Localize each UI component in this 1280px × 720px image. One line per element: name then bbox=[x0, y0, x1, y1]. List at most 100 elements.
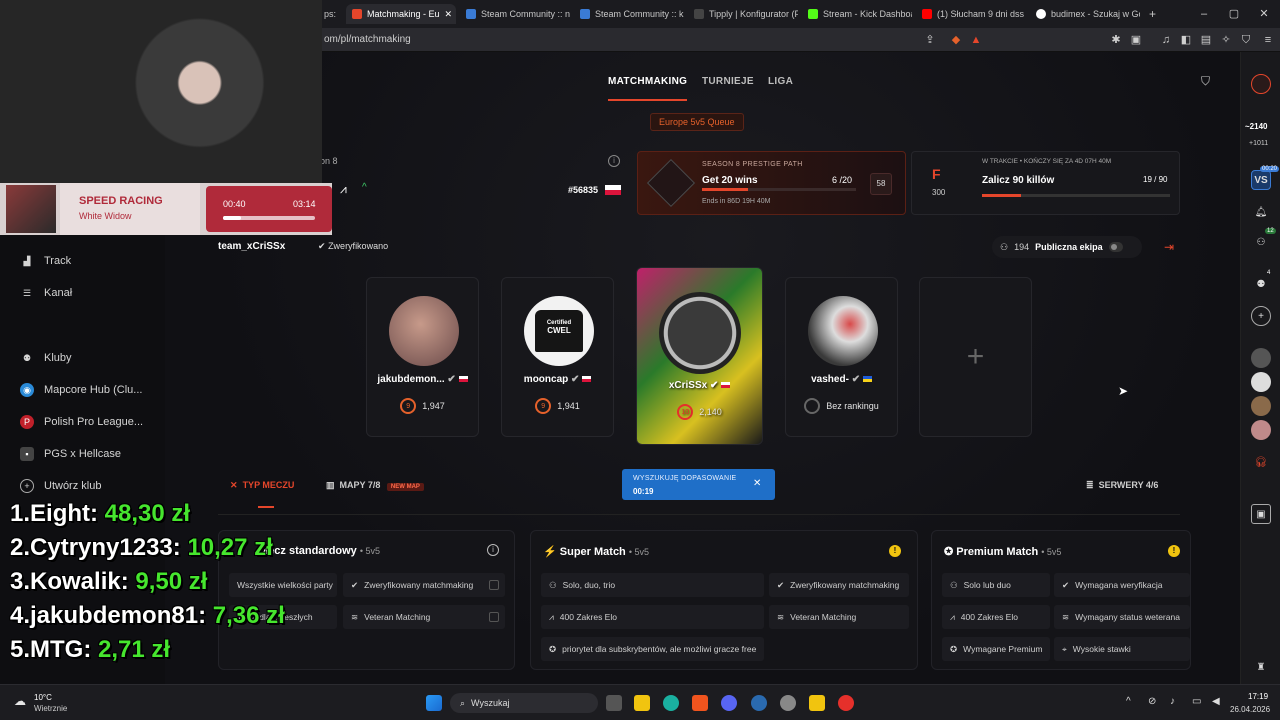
match-type-filter[interactable]: ✕ TYP MECZU bbox=[230, 480, 294, 491]
challenge-card[interactable]: F 300 W TRAKCIE • KOŃCZY SIĘ ZA 4D 07H 4… bbox=[911, 151, 1180, 215]
party-icon[interactable]: ⚇ bbox=[1251, 232, 1271, 252]
warning-icon[interactable]: ! bbox=[1168, 545, 1180, 557]
tab-close-icon[interactable]: ✕ bbox=[445, 9, 453, 20]
option-checkbox[interactable] bbox=[489, 580, 499, 590]
add-player-slot[interactable]: + bbox=[919, 277, 1032, 437]
sidebar-item-pgs[interactable]: ▪ PGS x Hellcase bbox=[20, 447, 121, 461]
small-badge: 4 bbox=[1267, 270, 1271, 276]
brave-rewards-icon[interactable]: ▲ bbox=[970, 34, 982, 46]
new-tab-button[interactable]: + bbox=[1143, 4, 1159, 24]
mode-panel-super[interactable]: ⚡ Super Match • 5v5 ! ⚇ Solo, duo, trio ✔… bbox=[530, 530, 918, 670]
sidebar-item-label: PGS x Hellcase bbox=[44, 448, 122, 460]
pgs-icon: ▪ bbox=[20, 447, 34, 461]
game-icon[interactable]: ♜ bbox=[1251, 657, 1271, 677]
settings-icon[interactable] bbox=[780, 695, 796, 711]
extensions-icon[interactable]: ✱ bbox=[1110, 34, 1122, 46]
toggle-switch[interactable] bbox=[1108, 242, 1123, 252]
headset-icon[interactable]: 🎧︎ bbox=[1251, 452, 1271, 472]
tab-turnieje[interactable]: TURNIEJE bbox=[702, 76, 754, 87]
searching-label: WYSZUKUJĘ DOPASOWANIE bbox=[633, 475, 737, 482]
friend-avatar[interactable] bbox=[1251, 348, 1271, 368]
player-card[interactable]: jakubdemon... ✔ 9 1,947 bbox=[366, 277, 479, 437]
option-checkbox[interactable] bbox=[489, 612, 499, 622]
mode-panel-premium[interactable]: ✪ Premium Match • 5v5 ! ⚇ Solo lub duo ✔ W… bbox=[931, 530, 1191, 670]
weather-icon[interactable]: ☁ bbox=[14, 694, 26, 708]
steam-icon[interactable] bbox=[751, 695, 767, 711]
volume-icon[interactable]: ◀ bbox=[1212, 696, 1220, 707]
chip-icon[interactable]: ▣ bbox=[1251, 504, 1271, 524]
sidebar-item-mapcore[interactable]: ◉ Mapcore Hub (Clu... bbox=[20, 383, 142, 397]
sidebar-item-track[interactable]: ▟ Track bbox=[20, 254, 72, 268]
vs-icon[interactable]: VS bbox=[1251, 170, 1271, 190]
friend-avatar[interactable] bbox=[1251, 396, 1271, 416]
elo-ring-icon[interactable] bbox=[1251, 74, 1271, 94]
screenshot-icon[interactable]: ▣ bbox=[1130, 34, 1142, 46]
maps-filter[interactable]: ▥ MAPY 7/8 NEW MAP bbox=[326, 480, 424, 491]
browser-tab[interactable]: Steam Community :: ki bbox=[574, 4, 684, 24]
crown-icon: ♛ bbox=[695, 267, 706, 268]
browser-tab-active[interactable]: Matchmaking - Eu ✕ bbox=[346, 4, 456, 24]
sidebar-item-create-club[interactable]: + Utwórz klub bbox=[20, 479, 101, 493]
brave-shield-icon[interactable]: ◆ bbox=[950, 34, 962, 46]
ai-icon[interactable]: ✧ bbox=[1220, 34, 1232, 46]
warning-icon[interactable]: ! bbox=[889, 545, 901, 557]
media-icon[interactable] bbox=[838, 695, 854, 711]
brave-icon[interactable] bbox=[692, 695, 708, 711]
music-icon[interactable]: ♫ bbox=[1160, 34, 1172, 46]
minimize-icon[interactable]: – bbox=[1198, 8, 1210, 20]
app-icon[interactable] bbox=[809, 695, 825, 711]
maximize-icon[interactable]: ▢ bbox=[1228, 8, 1240, 20]
cancel-search-button[interactable]: ✕ bbox=[753, 478, 761, 489]
close-window-icon[interactable]: ✕ bbox=[1258, 8, 1270, 20]
shield-icon[interactable]: ⛉ bbox=[1201, 74, 1210, 89]
prestige-path-card[interactable]: SEASON 8 PRESTIGE PATH Get 20 wins 6 /20… bbox=[637, 151, 906, 215]
file-explorer-icon[interactable] bbox=[634, 695, 650, 711]
discord-icon[interactable] bbox=[721, 695, 737, 711]
tab-liga[interactable]: LIGA bbox=[768, 76, 793, 87]
share-icon[interactable]: ⇪ bbox=[924, 34, 936, 46]
mode-option: Wszystkie wielkości party bbox=[229, 573, 337, 597]
browser-tab[interactable]: (1) Słucham 9 dni dss bbox=[916, 4, 1026, 24]
tab-matchmaking[interactable]: MATCHMAKING bbox=[608, 76, 688, 101]
mute-icon[interactable]: ⊘ bbox=[1148, 696, 1156, 707]
friend-avatar[interactable] bbox=[1251, 420, 1271, 440]
chevron-up-icon[interactable]: ^ bbox=[1126, 696, 1131, 707]
add-friend-icon[interactable]: + bbox=[1251, 306, 1271, 326]
sidebar-item-kluby[interactable]: ⚉ Kluby bbox=[20, 351, 72, 365]
browser-tab[interactable]: Tipply | Konfigurator (F bbox=[688, 4, 798, 24]
right-sidebar: ~2140 +1011 VS 00:20 🔔︎ ⚇ 12 ⚉ 4 + 🎧︎ ▣ … bbox=[1240, 52, 1280, 684]
player-card[interactable]: Certified CWEL mooncap ✔ 9 1,941 bbox=[501, 277, 614, 437]
bell-icon[interactable]: 🔔︎ bbox=[1251, 202, 1271, 222]
option-label: Veteran Matching bbox=[790, 612, 857, 622]
browser-tab[interactable]: budimex - Szukaj w Go bbox=[1030, 4, 1140, 24]
clock-time[interactable]: 17:19 bbox=[1248, 692, 1268, 701]
url-text[interactable]: om/pl/matchmaking bbox=[324, 34, 411, 45]
wallet-icon[interactable]: ▤ bbox=[1200, 34, 1212, 46]
info-icon[interactable]: i bbox=[608, 155, 620, 167]
info-icon[interactable]: i bbox=[487, 544, 499, 556]
clock-date[interactable]: 26.04.2026 bbox=[1230, 705, 1270, 714]
player-card[interactable]: vashed- ✔ Bez rankingu bbox=[785, 277, 898, 437]
menu-icon[interactable]: ≡ bbox=[1262, 34, 1274, 46]
sidebar-item-kanal[interactable]: ☰ Kanał bbox=[20, 286, 72, 300]
browser-tab[interactable]: Stream - Kick Dashboa bbox=[802, 4, 912, 24]
sidebar-item-ppl[interactable]: P Polish Pro League... bbox=[20, 415, 143, 429]
vpn-icon[interactable]: ⛉ bbox=[1240, 34, 1252, 46]
mode-name: Premium Match bbox=[956, 546, 1039, 558]
mic-icon[interactable]: ♪ bbox=[1170, 696, 1175, 707]
task-view-icon[interactable] bbox=[606, 695, 622, 711]
taskbar-search[interactable]: ⌕ Wyszukaj bbox=[450, 693, 598, 713]
friend-avatar[interactable] bbox=[1251, 372, 1271, 392]
windows-start-icon[interactable] bbox=[426, 695, 442, 711]
leave-icon[interactable]: ⇥ bbox=[1164, 240, 1174, 254]
sidebar-item-label: Mapcore Hub (Clu... bbox=[44, 384, 143, 396]
servers-filter[interactable]: ≣ SERWERY 4/6 bbox=[1086, 480, 1158, 491]
public-team-toggle[interactable]: ⚇ 194 Publiczna ekipa bbox=[992, 236, 1142, 258]
mode-option: ✔ Wymagana weryfikacja bbox=[1054, 573, 1190, 597]
sidebar-icon[interactable]: ◧ bbox=[1180, 34, 1192, 46]
edge-icon[interactable] bbox=[663, 695, 679, 711]
browser-tab[interactable]: Steam Community :: ni bbox=[460, 4, 570, 24]
player-card-self[interactable]: ♛ xCriSSx ✔ 10 2,140 bbox=[636, 267, 763, 445]
network-icon[interactable]: ▭ bbox=[1192, 696, 1201, 707]
friends-icon[interactable]: ⚉ bbox=[1251, 274, 1271, 294]
